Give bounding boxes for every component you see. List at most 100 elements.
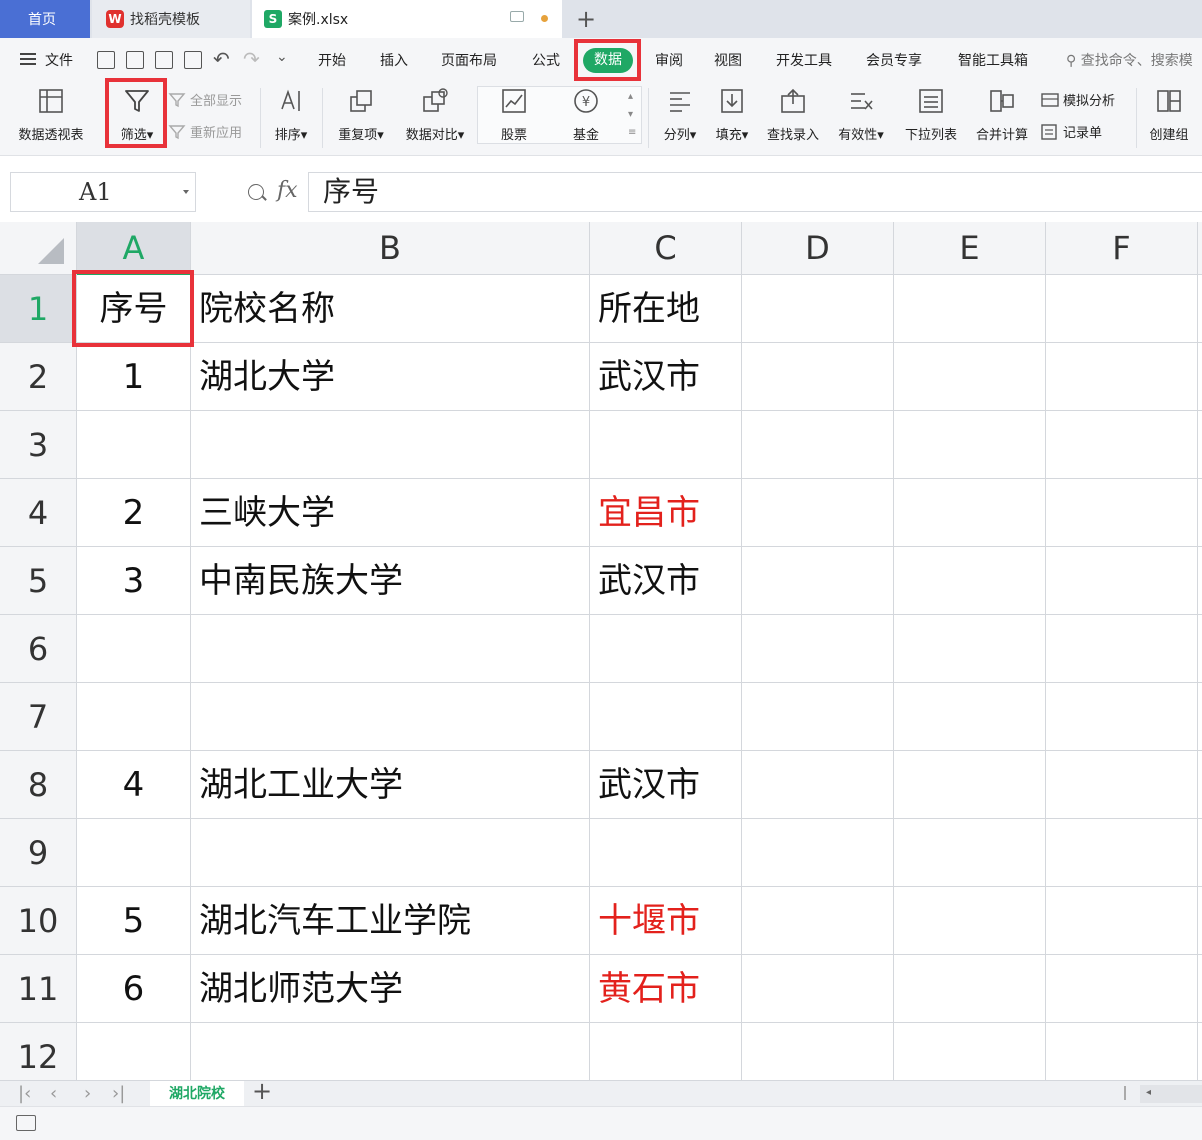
cell-d-8[interactable] [742,751,894,819]
row-header[interactable]: 5 [0,547,77,615]
cell-a-8[interactable]: 4 [77,751,191,819]
cell-e-8[interactable] [894,751,1046,819]
cell-a-2[interactable]: 1 [77,343,191,411]
cell-c-4[interactable]: 宜昌市 [590,479,742,547]
cell-f-1[interactable] [1046,275,1198,343]
scroll-split-handle[interactable] [1124,1086,1126,1100]
tab-file[interactable]: S 案例.xlsx [252,0,562,38]
cell-f-7[interactable] [1046,683,1198,751]
dropdown-list-button[interactable]: 下拉列表 [900,86,962,143]
cell-d-10[interactable] [742,887,894,955]
cell-b-2[interactable]: 湖北大学 [191,343,590,411]
cell-e-5[interactable] [894,547,1046,615]
cell-c-10[interactable]: 十堰市 [590,887,742,955]
cell-e-7[interactable] [894,683,1046,751]
column-header-d[interactable]: D [742,222,894,275]
cell-e-12[interactable] [894,1023,1046,1080]
cell-g-3[interactable] [1198,411,1202,479]
cell-e-3[interactable] [894,411,1046,479]
cell-g-10[interactable] [1198,887,1202,955]
tab-home[interactable]: 首页 [0,0,90,38]
menu-insert[interactable]: 插入 [380,50,408,70]
cell-c-5[interactable]: 武汉市 [590,547,742,615]
menu-file[interactable]: 文件 [45,50,73,70]
consolidate-button[interactable]: 合并计算 [970,86,1034,143]
cell-g-7[interactable] [1198,683,1202,751]
row-header[interactable]: 1 [0,275,77,343]
menu-start[interactable]: 开始 [318,50,346,70]
cell-d-4[interactable] [742,479,894,547]
column-header-g-partial[interactable] [1198,222,1202,275]
horizontal-scrollbar[interactable]: ◂ [1140,1085,1202,1103]
menu-formula[interactable]: 公式 [532,50,560,70]
undo-icon[interactable]: ↶ [213,47,230,71]
scroll-left-icon[interactable]: ◂ [1146,1087,1151,1098]
cell-b-10[interactable]: 湖北汽车工业学院 [191,887,590,955]
command-search[interactable]: ⚲ 查找命令、搜索模 [1066,50,1193,70]
cell-e-4[interactable] [894,479,1046,547]
print-icon[interactable] [155,51,173,69]
menu-smart-toolbox[interactable]: 智能工具箱 [958,50,1028,70]
funds-button[interactable]: ¥ 基金 [564,86,608,143]
cell-g-6[interactable] [1198,615,1202,683]
cell-e-6[interactable] [894,615,1046,683]
column-header-c[interactable]: C [590,222,742,275]
cell-c-7[interactable] [590,683,742,751]
cell-c-2[interactable]: 武汉市 [590,343,742,411]
cell-e-11[interactable] [894,955,1046,1023]
cell-f-5[interactable] [1046,547,1198,615]
row-header[interactable]: 8 [0,751,77,819]
menu-review[interactable]: 审阅 [655,50,683,70]
show-all-button[interactable]: 全部显示 [168,90,242,109]
cell-d-7[interactable] [742,683,894,751]
prev-sheet-icon[interactable]: ‹ [50,1083,57,1104]
cell-d-2[interactable] [742,343,894,411]
cell-e-1[interactable] [894,275,1046,343]
cell-a-9[interactable] [77,819,191,887]
screen-status-icon[interactable] [16,1115,36,1131]
cell-g-4[interactable] [1198,479,1202,547]
row-header[interactable]: 6 [0,615,77,683]
cell-b-6[interactable] [191,615,590,683]
sort-button[interactable]: 排序▾ [268,86,314,143]
redo-icon[interactable]: ↷ [243,47,260,71]
lookup-entry-button[interactable]: 查找录入 [762,86,824,143]
select-all-corner[interactable] [0,222,77,275]
row-header[interactable]: 7 [0,683,77,751]
what-if-analysis-button[interactable]: 模拟分析 [1041,90,1115,109]
next-sheet-icon[interactable]: › [84,1083,91,1104]
zoom-icon[interactable] [248,184,264,200]
hamburger-menu-icon[interactable] [20,53,36,65]
cell-c-8[interactable]: 武汉市 [590,751,742,819]
cell-g-9[interactable] [1198,819,1202,887]
cell-d-1[interactable] [742,275,894,343]
cell-b-4[interactable]: 三峡大学 [191,479,590,547]
cell-d-11[interactable] [742,955,894,1023]
cell-f-2[interactable] [1046,343,1198,411]
cell-c-11[interactable]: 黄石市 [590,955,742,1023]
cell-b-5[interactable]: 中南民族大学 [191,547,590,615]
sheet-tab-active[interactable]: 湖北院校 [150,1081,244,1107]
menu-view[interactable]: 视图 [714,50,742,70]
row-header[interactable]: 9 [0,819,77,887]
cell-f-4[interactable] [1046,479,1198,547]
validity-button[interactable]: 有效性▾ [832,86,890,143]
split-column-button[interactable]: 分列▾ [658,86,702,143]
cell-f-10[interactable] [1046,887,1198,955]
column-header-f[interactable]: F [1046,222,1198,275]
cell-d-6[interactable] [742,615,894,683]
cell-a-6[interactable] [77,615,191,683]
add-sheet-button[interactable]: + [252,1077,272,1105]
new-tab-button[interactable]: + [572,4,600,34]
duplicates-button[interactable]: 重复项▾ [332,86,390,143]
cell-f-6[interactable] [1046,615,1198,683]
cell-e-2[interactable] [894,343,1046,411]
formula-input[interactable]: 序号 [308,172,1202,212]
cell-f-3[interactable] [1046,411,1198,479]
cell-g-11[interactable] [1198,955,1202,1023]
cell-a-5[interactable]: 3 [77,547,191,615]
cell-c-1[interactable]: 所在地 [590,275,742,343]
cell-b-7[interactable] [191,683,590,751]
cell-e-9[interactable] [894,819,1046,887]
cell-g-8[interactable] [1198,751,1202,819]
